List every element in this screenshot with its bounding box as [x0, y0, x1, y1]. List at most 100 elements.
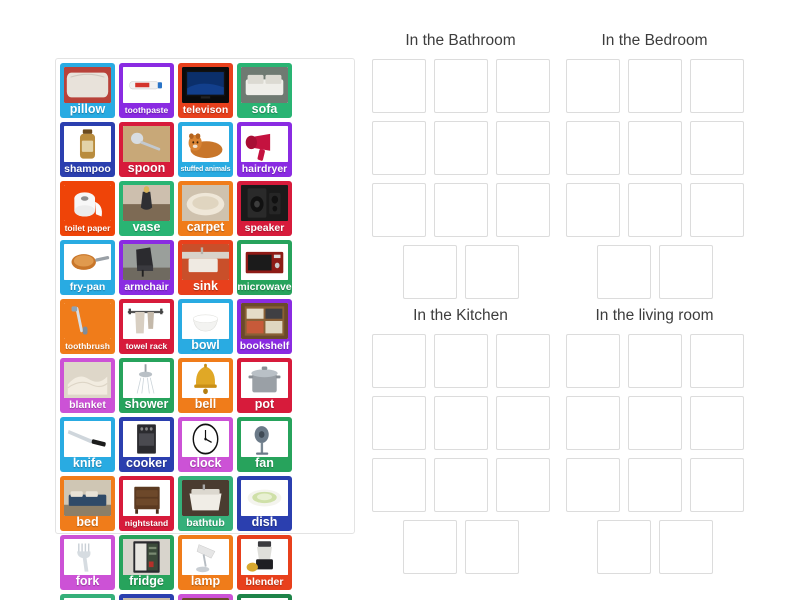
tile-nightstand[interactable]: nightstand [119, 476, 174, 531]
tile-sofa[interactable]: sofa [237, 63, 292, 118]
tile-slippers[interactable]: slippers [119, 594, 174, 600]
drop-slot[interactable] [464, 245, 519, 299]
tile-towel-rack[interactable]: towel rack [119, 299, 174, 354]
drop-zone-bedroom[interactable]: In the Bedroom [562, 32, 747, 299]
drop-slot[interactable] [433, 334, 488, 388]
tile-bowl[interactable]: bowl [178, 299, 233, 354]
tile-fry-pan[interactable]: fry-pan [60, 240, 115, 295]
drop-slot[interactable] [495, 396, 550, 450]
drop-slot[interactable] [371, 59, 426, 113]
tile-pillow[interactable]: pillow [60, 63, 115, 118]
drop-slot[interactable] [627, 121, 682, 175]
slot-grid[interactable] [368, 59, 553, 299]
tile-blanket[interactable]: blanket [60, 358, 115, 413]
tile-wardrobe[interactable]: wardrobe [178, 594, 233, 600]
tile-microwave[interactable]: microwave [237, 240, 292, 295]
tile-tray[interactable]: pillow toothpaste televison sofa shampoo spoo… [55, 58, 355, 600]
drop-slot[interactable] [689, 59, 744, 113]
drop-slot[interactable] [433, 396, 488, 450]
tile-bed[interactable]: bed [60, 476, 115, 531]
tile-spoon[interactable]: spoon [119, 122, 174, 177]
tile-televison[interactable]: televison [178, 63, 233, 118]
drop-zone-bathroom[interactable]: In the Bathroom [368, 32, 553, 299]
drop-slot[interactable] [565, 396, 620, 450]
tile-toothbrush[interactable]: toothbrush [60, 299, 115, 354]
drop-slot[interactable] [689, 121, 744, 175]
slot-grid[interactable] [562, 334, 747, 574]
drop-slot[interactable] [495, 183, 550, 237]
drop-slot[interactable] [689, 183, 744, 237]
tile-hairdryer[interactable]: hairdryer [237, 122, 292, 177]
tile-fan[interactable]: fan [237, 417, 292, 472]
drop-slot[interactable] [689, 458, 744, 512]
drop-slot[interactable] [627, 458, 682, 512]
tile-vase[interactable]: vase [119, 181, 174, 236]
slot-grid[interactable] [368, 334, 553, 574]
drop-slot[interactable] [658, 245, 713, 299]
drop-slot[interactable] [627, 59, 682, 113]
drop-slot[interactable] [565, 458, 620, 512]
drop-slot[interactable] [433, 183, 488, 237]
tile-carpet[interactable]: carpet [178, 181, 233, 236]
sink-image [182, 244, 229, 280]
tile-blender[interactable]: blender [237, 535, 292, 590]
tile-dish[interactable]: dish [237, 476, 292, 531]
drop-slot[interactable] [658, 520, 713, 574]
tile-label: televison [182, 103, 229, 116]
tile-bathtub[interactable]: bathtub [178, 476, 233, 531]
slot-grid[interactable] [562, 59, 747, 299]
tile-label: toilet paper [64, 222, 111, 233]
drop-slot[interactable] [433, 121, 488, 175]
drop-slot[interactable] [433, 458, 488, 512]
drop-slot[interactable] [596, 520, 651, 574]
drop-slot[interactable] [565, 59, 620, 113]
drop-slot[interactable] [433, 59, 488, 113]
drop-slot[interactable] [495, 458, 550, 512]
drop-slot[interactable] [495, 59, 550, 113]
drop-slot[interactable] [689, 334, 744, 388]
drop-slot[interactable] [371, 121, 426, 175]
tile-label: sink [192, 278, 218, 293]
tile-lamp[interactable]: lamp [178, 535, 233, 590]
drop-slot[interactable] [402, 245, 457, 299]
drop-slot[interactable] [565, 121, 620, 175]
tile-speaker[interactable]: speaker [237, 181, 292, 236]
tile-comb[interactable]: comb [60, 594, 115, 600]
tile-label: armchair [124, 280, 169, 293]
drop-zone-livingroom[interactable]: In the living room [562, 307, 747, 574]
drop-slot[interactable] [627, 334, 682, 388]
drop-slot[interactable] [627, 396, 682, 450]
drop-zone-kitchen[interactable]: In the Kitchen [368, 307, 553, 574]
drop-slot[interactable] [371, 183, 426, 237]
tile-fork[interactable]: fork [60, 535, 115, 590]
drop-slot[interactable] [627, 183, 682, 237]
tile-stuffed-animals[interactable]: stuffed animals [178, 122, 233, 177]
tile-knife[interactable]: knife [60, 417, 115, 472]
drop-slot[interactable] [495, 121, 550, 175]
tile-shower[interactable]: shower [119, 358, 174, 413]
tile-label: sofa [251, 101, 278, 116]
drop-slot[interactable] [464, 520, 519, 574]
tile-toothpaste[interactable]: toothpaste [119, 63, 174, 118]
drop-slot[interactable] [402, 520, 457, 574]
drop-slot[interactable] [371, 396, 426, 450]
tile-toilet-paper[interactable]: toilet paper [60, 181, 115, 236]
drop-slot[interactable] [565, 183, 620, 237]
tile-label: spoon [127, 160, 166, 175]
drop-slot[interactable] [565, 334, 620, 388]
tile-armchair[interactable]: armchair [119, 240, 174, 295]
tile-pot[interactable]: pot [237, 358, 292, 413]
tile-bookshelf[interactable]: bookshelf [237, 299, 292, 354]
drop-slot[interactable] [371, 458, 426, 512]
tile-clock[interactable]: clock [178, 417, 233, 472]
drop-slot[interactable] [689, 396, 744, 450]
tile-cooker[interactable]: cooker [119, 417, 174, 472]
drop-slot[interactable] [596, 245, 651, 299]
tile-bell[interactable]: bell [178, 358, 233, 413]
tile-air-conditioner[interactable]: air conditioner [237, 594, 292, 600]
drop-slot[interactable] [495, 334, 550, 388]
drop-slot[interactable] [371, 334, 426, 388]
tile-sink[interactable]: sink [178, 240, 233, 295]
tile-shampoo[interactable]: shampoo [60, 122, 115, 177]
tile-fridge[interactable]: fridge [119, 535, 174, 590]
